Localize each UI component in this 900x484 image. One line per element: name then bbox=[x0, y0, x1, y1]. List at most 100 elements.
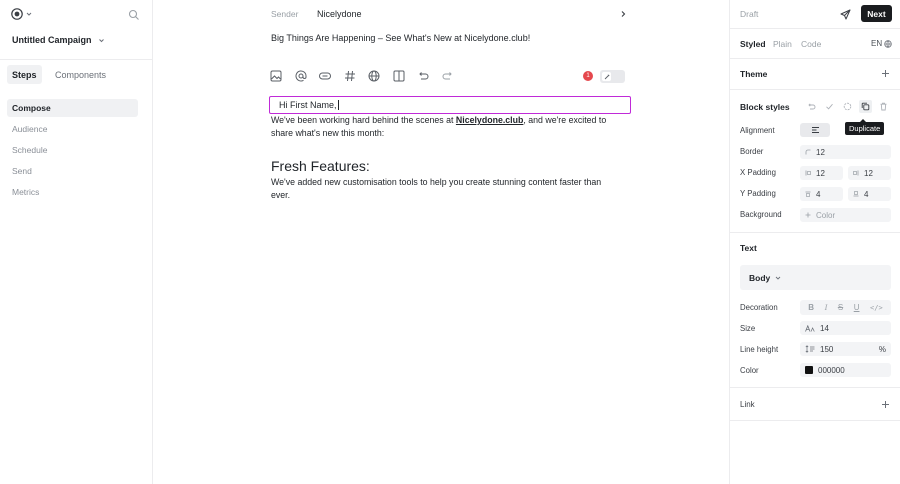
undo-icon[interactable] bbox=[807, 102, 816, 111]
campaign-name-dropdown[interactable]: Untitled Campaign bbox=[12, 35, 105, 45]
padding-left-icon bbox=[805, 170, 811, 176]
undo-icon[interactable] bbox=[417, 70, 429, 82]
tab-steps[interactable]: Steps bbox=[7, 65, 42, 84]
campaign-name: Untitled Campaign bbox=[12, 35, 92, 45]
error-count-badge[interactable]: 1 bbox=[583, 71, 593, 81]
workspace-switcher[interactable] bbox=[11, 8, 32, 20]
columns-icon[interactable] bbox=[393, 70, 405, 82]
line-height-icon bbox=[805, 345, 815, 353]
align-left-button[interactable] bbox=[800, 123, 830, 137]
hashtag-icon[interactable] bbox=[344, 70, 356, 82]
border-value: 12 bbox=[816, 147, 825, 157]
text-color-input[interactable]: 000000 bbox=[800, 363, 891, 377]
sender-field[interactable]: Nicelydone bbox=[317, 9, 362, 19]
background-color-input[interactable]: Color bbox=[800, 208, 891, 222]
next-button[interactable]: Next bbox=[861, 5, 892, 22]
bold-icon[interactable]: B bbox=[808, 303, 814, 312]
nav-item-send[interactable]: Send bbox=[7, 162, 138, 180]
divider bbox=[730, 387, 900, 388]
chevron-right-icon[interactable] bbox=[619, 10, 627, 18]
font-size-input[interactable]: 14 bbox=[800, 321, 891, 335]
border-radius-input[interactable]: 12 bbox=[800, 145, 891, 159]
paragraph-text: We've been working hard behind the scene… bbox=[271, 115, 456, 125]
divider bbox=[730, 232, 900, 233]
decoration-label: Decoration bbox=[740, 303, 778, 312]
mention-icon[interactable] bbox=[295, 70, 307, 82]
toggle-knob bbox=[602, 72, 611, 81]
font-size-value: 14 bbox=[820, 323, 829, 333]
nicelydone-link[interactable]: Nicelydone.club bbox=[456, 115, 523, 125]
features-heading[interactable]: Fresh Features: bbox=[271, 158, 370, 174]
alignment-label: Alignment bbox=[740, 126, 775, 135]
divider bbox=[730, 89, 900, 90]
y-padding-label: Y Padding bbox=[740, 189, 776, 198]
search-icon[interactable] bbox=[128, 9, 140, 21]
subject-field[interactable]: Big Things Are Happening – See What's Ne… bbox=[271, 33, 530, 43]
magic-wand-icon bbox=[604, 73, 610, 79]
chevron-down-icon bbox=[26, 12, 32, 16]
chevron-down-icon bbox=[98, 38, 104, 42]
trash-icon[interactable] bbox=[879, 102, 888, 111]
link-title: Link bbox=[740, 400, 755, 409]
tab-plain[interactable]: Plain bbox=[773, 39, 792, 49]
padding-bottom-input[interactable]: 4 bbox=[848, 187, 891, 201]
tab-code[interactable]: Code bbox=[801, 39, 821, 49]
padding-top-icon bbox=[805, 191, 811, 197]
status-label: Draft bbox=[740, 9, 759, 19]
text-style-dropdown[interactable]: Body bbox=[740, 265, 891, 290]
plus-icon[interactable] bbox=[881, 69, 890, 78]
text-color-value: 000000 bbox=[818, 365, 845, 375]
nav-item-schedule[interactable]: Schedule bbox=[7, 141, 138, 159]
button-icon[interactable] bbox=[319, 70, 331, 82]
italic-icon[interactable]: I bbox=[825, 303, 828, 312]
text-caret bbox=[337, 100, 339, 110]
globe-icon[interactable] bbox=[368, 70, 380, 82]
block-styles-title: Block styles bbox=[740, 102, 790, 112]
loop-icon[interactable] bbox=[843, 102, 852, 111]
right-panel: Draft Next Styled Plain Code EN Theme Bl… bbox=[729, 0, 900, 484]
greeting-text: Hi First Name, bbox=[279, 100, 337, 110]
duplicate-icon[interactable] bbox=[859, 100, 872, 113]
check-icon[interactable] bbox=[825, 102, 834, 111]
sender-label: Sender bbox=[271, 9, 299, 19]
padding-bottom-value: 4 bbox=[864, 189, 869, 199]
image-icon[interactable] bbox=[270, 70, 282, 82]
background-placeholder: Color bbox=[816, 210, 836, 220]
corner-radius-icon bbox=[805, 149, 811, 155]
language-selector[interactable]: EN bbox=[871, 39, 892, 48]
send-test-icon[interactable] bbox=[840, 9, 851, 20]
color-swatch[interactable] bbox=[805, 366, 813, 374]
preview-toggle[interactable] bbox=[600, 70, 625, 83]
padding-left-input[interactable]: 12 bbox=[800, 166, 843, 180]
code-icon[interactable]: </> bbox=[870, 304, 883, 312]
padding-top-input[interactable]: 4 bbox=[800, 187, 843, 201]
x-padding-label: X Padding bbox=[740, 168, 776, 177]
block-actions bbox=[807, 100, 888, 113]
padding-right-icon bbox=[853, 170, 859, 176]
greeting-block[interactable]: Hi First Name, bbox=[269, 96, 631, 114]
paragraph-intro[interactable]: We've been working hard behind the scene… bbox=[271, 114, 616, 139]
line-height-input[interactable]: 150 % bbox=[800, 342, 891, 356]
line-height-unit: % bbox=[878, 344, 886, 354]
underline-icon[interactable]: U bbox=[854, 303, 860, 312]
divider bbox=[730, 28, 900, 29]
border-label: Border bbox=[740, 147, 764, 156]
language-label: EN bbox=[871, 39, 883, 48]
tab-styled[interactable]: Styled bbox=[740, 39, 766, 49]
nav-item-audience[interactable]: Audience bbox=[7, 120, 138, 138]
nav-item-compose[interactable]: Compose bbox=[7, 99, 138, 117]
line-height-value: 150 bbox=[820, 344, 834, 354]
redo-icon[interactable] bbox=[442, 70, 454, 82]
text-style-value: Body bbox=[749, 272, 771, 283]
color-label: Color bbox=[740, 366, 759, 375]
plus-icon[interactable] bbox=[881, 400, 890, 409]
paragraph-features[interactable]: We've added new customisation tools to h… bbox=[271, 176, 616, 201]
padding-right-input[interactable]: 12 bbox=[848, 166, 891, 180]
decoration-toolbar: B I S U </> bbox=[800, 300, 891, 315]
tab-components[interactable]: Components bbox=[50, 65, 111, 84]
globe-icon bbox=[884, 39, 892, 48]
nav-item-metrics[interactable]: Metrics bbox=[7, 183, 138, 201]
strikethrough-icon[interactable]: S bbox=[838, 303, 843, 312]
background-label: Background bbox=[740, 210, 782, 219]
chevron-down-icon bbox=[775, 276, 781, 280]
